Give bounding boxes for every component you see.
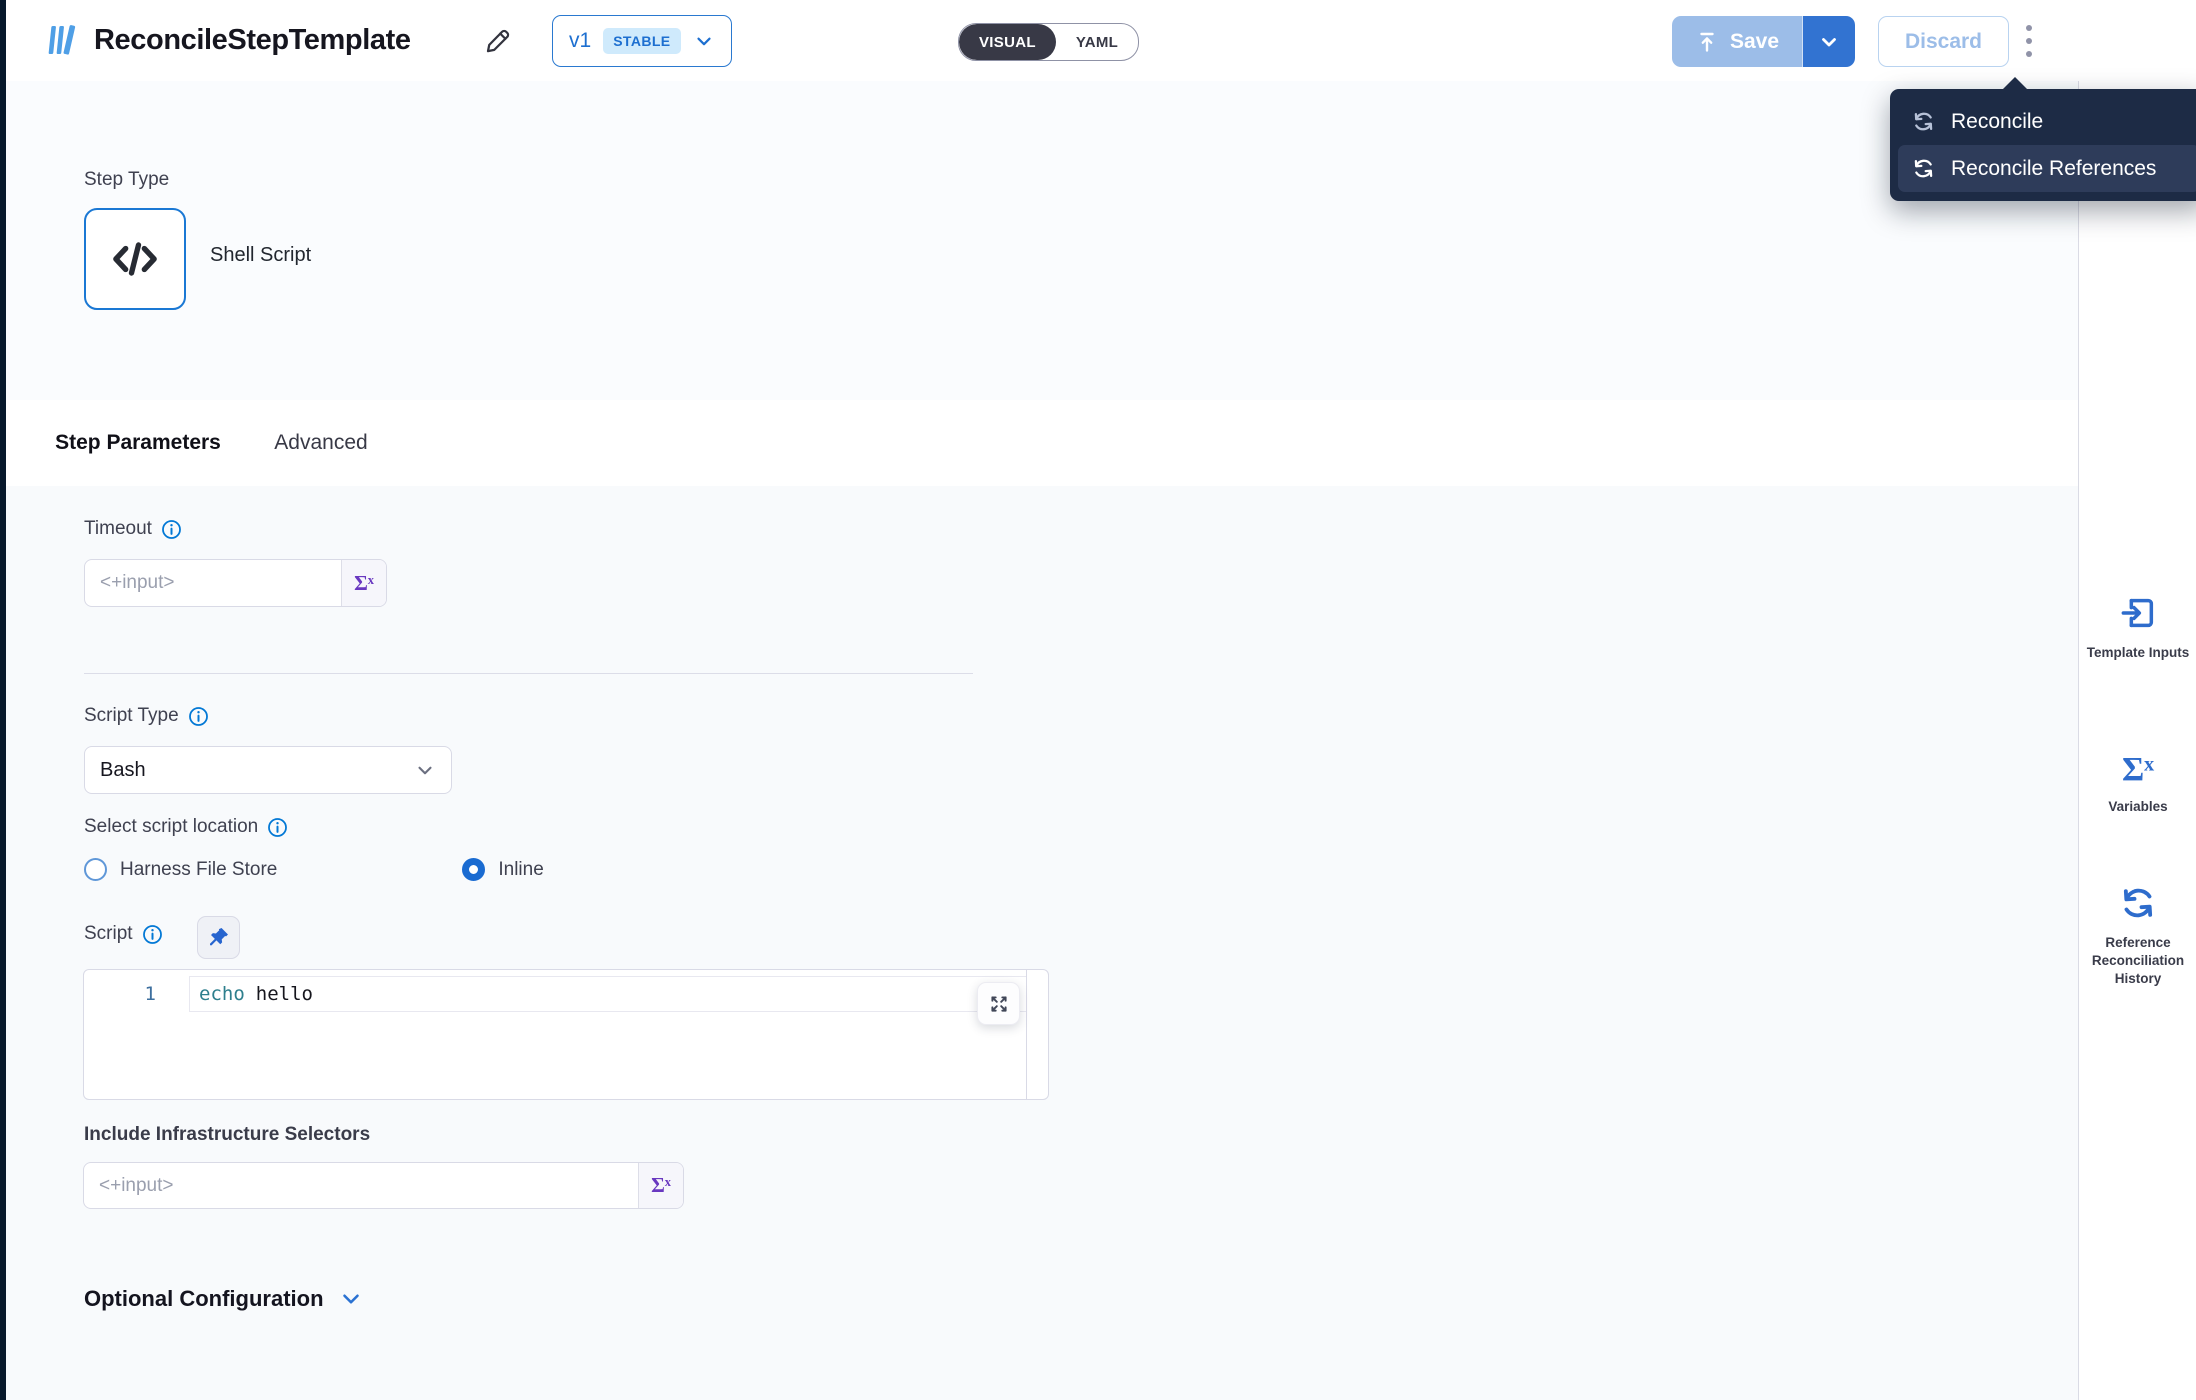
- template-studio-page: ReconcileStepTemplate v1 STABLE VISUAL Y…: [0, 0, 2196, 1400]
- radio-label-file-store: Harness File Store: [120, 859, 277, 881]
- infra-selectors-input-group: Σˣ: [83, 1162, 684, 1209]
- step-type-section: Step Type Shell Script: [6, 81, 2078, 402]
- template-library-icon: [42, 21, 80, 59]
- toggle-yaml[interactable]: YAML: [1056, 24, 1138, 60]
- refresh-icon: [1911, 156, 1936, 181]
- menu-item-reconcile[interactable]: Reconcile: [1898, 98, 2196, 145]
- step-type-value: Shell Script: [210, 244, 311, 267]
- script-code-editor[interactable]: 1 echo hello: [83, 969, 1049, 1100]
- page-title: ReconcileStepTemplate: [94, 24, 411, 57]
- info-icon[interactable]: [188, 706, 209, 727]
- save-button-label: Save: [1730, 30, 1779, 54]
- radio-harness-file-store[interactable]: [84, 858, 107, 881]
- timeout-input[interactable]: [85, 560, 341, 606]
- menu-item-label: Reconcile References: [1951, 157, 2156, 181]
- info-icon[interactable]: [142, 924, 163, 945]
- script-location-label: Select script location: [84, 816, 258, 838]
- script-label-row: Script: [84, 923, 163, 945]
- script-type-label-row: Script Type: [84, 705, 209, 727]
- code-keyword: echo: [199, 983, 245, 1005]
- sigma-variables-icon: Σˣ: [2122, 753, 2154, 787]
- tab-bar: Step Parameters Advanced: [6, 400, 2078, 486]
- right-rail: Template Inputs Σˣ Variables Reference R…: [2078, 81, 2196, 1400]
- expand-editor-button[interactable]: [977, 982, 1020, 1025]
- rail-item-variables[interactable]: Σˣ Variables: [2079, 753, 2196, 816]
- save-split-button: Save: [1672, 16, 1855, 67]
- info-icon[interactable]: [267, 817, 288, 838]
- rail-item-label: Template Inputs: [2087, 644, 2190, 662]
- kebab-dot: [2026, 51, 2032, 57]
- visual-yaml-toggle: VISUAL YAML: [958, 23, 1139, 61]
- script-type-label: Script Type: [84, 705, 179, 727]
- expand-icon: [988, 993, 1010, 1015]
- rail-item-reference-reconciliation-history[interactable]: Reference Reconciliation History: [2079, 883, 2196, 989]
- chevron-down-icon: [338, 1286, 364, 1312]
- editor-overview-ruler: [1026, 970, 1027, 1099]
- step-type-label: Step Type: [84, 169, 169, 191]
- runtime-input-expression-button[interactable]: Σˣ: [341, 560, 386, 606]
- runtime-input-expression-button[interactable]: Σˣ: [638, 1163, 683, 1208]
- timeout-input-group: Σˣ: [84, 559, 387, 607]
- infra-selectors-label: Include Infrastructure Selectors: [84, 1124, 370, 1146]
- save-button[interactable]: Save: [1672, 16, 1803, 67]
- step-parameters-panel: Timeout Σˣ: [6, 486, 2078, 1400]
- optional-configuration-label: Optional Configuration: [84, 1286, 324, 1312]
- editor-current-line[interactable]: echo hello: [189, 976, 1027, 1012]
- discard-button[interactable]: Discard: [1878, 16, 2009, 67]
- infra-selectors-input[interactable]: [84, 1163, 638, 1208]
- context-menu: Reconcile Reconcile References: [1890, 89, 2196, 201]
- template-inputs-icon: [2118, 593, 2158, 633]
- rail-item-label: Variables: [2108, 798, 2167, 816]
- kebab-dot: [2026, 25, 2032, 31]
- version-label: v1: [569, 29, 591, 53]
- save-options-button[interactable]: [1803, 16, 1855, 67]
- kebab-dot: [2026, 38, 2032, 44]
- shell-script-code-icon: [107, 231, 163, 287]
- script-label: Script: [84, 923, 133, 945]
- refresh-icon: [2118, 883, 2158, 923]
- menu-item-label: Reconcile: [1951, 110, 2043, 134]
- menu-item-reconcile-references[interactable]: Reconcile References: [1898, 145, 2196, 192]
- more-options-kebab-button[interactable]: [2008, 17, 2050, 65]
- chevron-down-icon: [693, 30, 715, 52]
- discard-button-label: Discard: [1905, 30, 1982, 54]
- script-type-value: Bash: [100, 759, 146, 782]
- optional-configuration-toggle[interactable]: Optional Configuration: [84, 1286, 364, 1312]
- timeout-label-row: Timeout: [84, 518, 182, 540]
- edit-title-button[interactable]: [480, 23, 516, 59]
- chevron-down-icon: [414, 759, 436, 781]
- script-location-label-row: Select script location: [84, 816, 288, 838]
- section-divider: [84, 673, 973, 674]
- rail-item-template-inputs[interactable]: Template Inputs: [2079, 593, 2196, 662]
- header: ReconcileStepTemplate v1 STABLE VISUAL Y…: [6, 0, 2196, 82]
- editor-line-number: 1: [132, 983, 156, 1005]
- sigma-expression-icon: Σˣ: [651, 1173, 671, 1198]
- toggle-visual[interactable]: VISUAL: [959, 24, 1056, 60]
- info-icon[interactable]: [161, 519, 182, 540]
- radio-inline[interactable]: [462, 858, 485, 881]
- version-select[interactable]: v1 STABLE: [552, 15, 732, 67]
- radio-label-inline: Inline: [498, 859, 543, 881]
- rail-item-label: Reference Reconciliation History: [2079, 934, 2196, 989]
- pin-script-button[interactable]: [197, 916, 240, 959]
- script-type-select[interactable]: Bash: [84, 746, 452, 794]
- chevron-down-icon: [1817, 30, 1841, 54]
- step-type-card[interactable]: [84, 208, 186, 310]
- script-location-radio-group: Harness File Store Inline: [84, 858, 544, 881]
- refresh-icon: [1911, 109, 1936, 134]
- code-argument: hello: [256, 983, 313, 1005]
- version-stable-badge: STABLE: [603, 28, 680, 54]
- tab-advanced[interactable]: Advanced: [258, 400, 384, 486]
- pushpin-icon: [206, 925, 231, 950]
- tab-step-parameters[interactable]: Step Parameters: [34, 400, 242, 491]
- sigma-expression-icon: Σˣ: [354, 571, 374, 596]
- timeout-label: Timeout: [84, 518, 152, 540]
- pencil-icon: [483, 26, 513, 56]
- upload-icon: [1695, 30, 1719, 54]
